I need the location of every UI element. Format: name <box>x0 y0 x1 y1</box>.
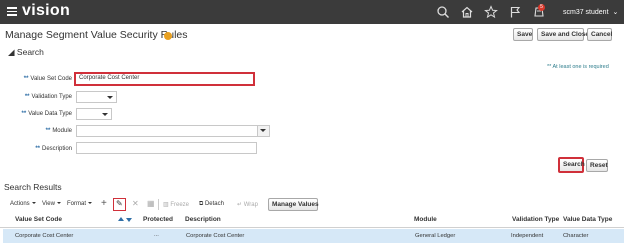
sort-descending-icon[interactable] <box>126 218 132 222</box>
cell-validation-type: Independent <box>511 233 544 239</box>
value-data-type-label: ** Value Data Type <box>21 111 72 117</box>
chevron-down-icon: ⌄ <box>612 9 619 16</box>
cell-value-set-code: Corporate Cost Center <box>15 233 74 239</box>
search-section-header[interactable]: ◢ Search <box>8 47 44 58</box>
chevron-down-icon <box>102 113 108 116</box>
detach-button[interactable]: ⧉ Detach <box>199 201 224 208</box>
validation-type-select[interactable] <box>76 91 117 103</box>
freeze-column-icon: ▦ <box>147 199 155 208</box>
column-header-value-set-code[interactable]: Value Set Code <box>15 216 62 223</box>
user-menu[interactable]: scm37 student ⌄ <box>563 8 618 16</box>
freeze-icon: ▥ <box>163 202 169 208</box>
save-button[interactable]: Save <box>513 28 533 41</box>
required-note: ** At least one is required <box>547 64 609 70</box>
results-toolbar: Actions View Format + ✎ ✕ ▦ ▥ Freeze ⧉ D… <box>0 198 624 212</box>
sort-ascending-icon[interactable] <box>118 217 124 221</box>
detach-icon: ⧉ <box>199 201 204 207</box>
module-label: ** Module <box>45 128 72 134</box>
table-row[interactable]: Corporate Cost Center ... Corporate Cost… <box>3 229 624 243</box>
chevron-down-icon <box>31 202 36 205</box>
chevron-down-icon <box>56 202 61 205</box>
favorites-star-icon[interactable] <box>484 5 498 19</box>
cell-protected: ... <box>154 232 159 238</box>
validation-type-label: ** Validation Type <box>24 94 72 100</box>
description-label: ** Description <box>35 146 72 152</box>
cell-value-data-type: Character <box>563 233 589 239</box>
wrap-button: ↵ Wrap <box>237 202 258 208</box>
user-name: scm37 student <box>563 9 609 16</box>
toolbar-divider <box>158 199 159 210</box>
edit-highlight <box>113 198 126 211</box>
column-header-module[interactable]: Module <box>414 216 437 223</box>
watchlist-flag-icon[interactable] <box>508 5 522 19</box>
column-header-protected[interactable]: Protected <box>143 216 173 223</box>
search-button[interactable]: Search <box>558 157 585 173</box>
app-logo[interactable]: vision <box>22 2 70 20</box>
required-star: ** <box>23 76 29 82</box>
search-section-title: Search <box>16 47 44 57</box>
home-icon[interactable] <box>460 5 474 19</box>
actions-menu[interactable]: Actions <box>10 201 36 207</box>
module-select[interactable] <box>76 125 270 137</box>
format-menu[interactable]: Format <box>67 201 93 207</box>
column-header-value-data-type[interactable]: Value Data Type <box>563 216 612 223</box>
column-header-description[interactable]: Description <box>185 216 221 223</box>
manage-values-button[interactable]: Manage Values <box>268 198 319 211</box>
description-input[interactable] <box>76 142 257 154</box>
column-header-validation-type[interactable]: Validation Type <box>512 216 559 223</box>
save-and-close-button[interactable]: Save and Close <box>537 28 589 41</box>
view-menu[interactable]: View <box>42 201 61 207</box>
delete-x-icon: ✕ <box>132 199 139 208</box>
value-set-code-input[interactable]: Corporate Cost Center <box>74 72 255 86</box>
search-results-title: Search Results <box>4 182 62 192</box>
notification-count-badge: 5 <box>538 4 545 11</box>
collapse-triangle-icon: ◢ <box>8 47 15 57</box>
value-set-code-label: ** Value Set Code <box>23 76 72 82</box>
add-row-icon[interactable]: + <box>101 198 107 209</box>
chevron-down-icon <box>107 96 113 99</box>
results-table-header: Value Set Code Protected Description Mod… <box>0 214 624 228</box>
cell-module: General Ledger <box>415 233 456 239</box>
cancel-button[interactable]: Cancel <box>587 28 612 41</box>
page-title: Manage Segment Value Security Rules <box>5 29 188 41</box>
chevron-down-icon <box>260 129 266 132</box>
wrap-icon: ↵ <box>237 202 243 208</box>
cell-description: Corporate Cost Center <box>186 233 245 239</box>
dropdown-button[interactable] <box>257 126 269 136</box>
search-icon[interactable] <box>436 5 450 19</box>
reset-button[interactable]: Reset <box>586 159 608 172</box>
chevron-down-icon <box>88 202 93 205</box>
navigator-menu-icon[interactable] <box>7 7 17 16</box>
help-icon[interactable] <box>164 32 172 40</box>
global-header: vision 5 scm37 student ⌄ <box>0 0 624 24</box>
value-data-type-select[interactable] <box>76 108 112 120</box>
freeze-button: ▥ Freeze <box>163 202 190 208</box>
